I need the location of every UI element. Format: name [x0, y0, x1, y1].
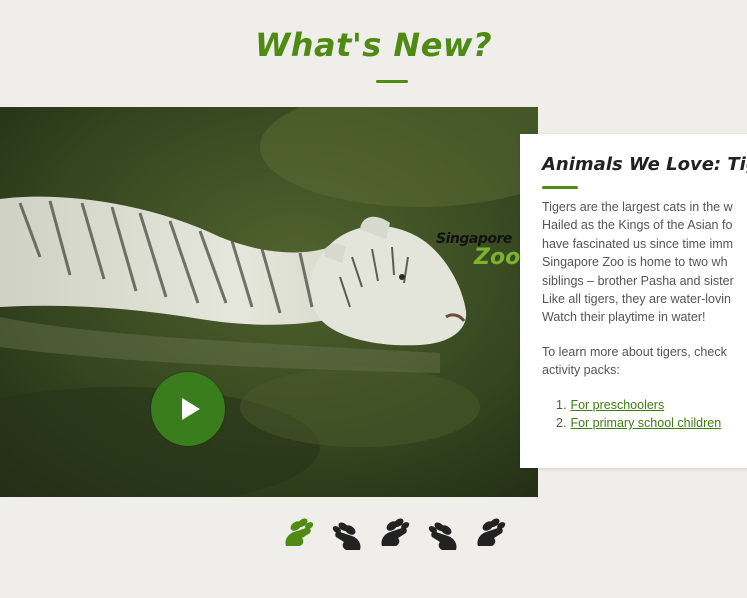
section-title: What's New? — [254, 26, 493, 64]
card-body: Tigers are the largest cats in the w Hai… — [542, 198, 747, 432]
list-item: 2. For primary school children — [556, 416, 722, 431]
play-button[interactable] — [151, 372, 225, 446]
singapore-zoo-logo: Singapore Zoo — [436, 231, 521, 270]
paw-icon[interactable] — [426, 516, 460, 554]
carousel-pager — [282, 516, 508, 560]
card-learn-more: To learn more about tigers, check activi… — [542, 344, 727, 378]
preschoolers-link[interactable]: For preschoolers — [570, 398, 664, 412]
card-description: Tigers are the largest cats in the w Hai… — [542, 200, 734, 325]
paw-icon[interactable] — [282, 516, 316, 554]
content-card: Animals We Love: Tiger Tigers are the la… — [520, 134, 747, 468]
play-icon — [181, 398, 200, 420]
paw-icon[interactable] — [330, 516, 364, 554]
list-item: 1. For preschoolers — [556, 397, 665, 412]
card-title-underline — [542, 186, 578, 189]
paw-icon[interactable] — [378, 516, 412, 554]
primary-school-link[interactable]: For primary school children — [570, 416, 721, 430]
paw-icon[interactable] — [474, 516, 508, 554]
title-underline — [376, 80, 408, 83]
video-thumbnail — [0, 107, 538, 497]
activity-pack-list: 1. For preschoolers 2. For primary school … — [542, 396, 747, 433]
card-title: Animals We Love: Tiger — [542, 154, 747, 175]
video-player[interactable]: Singapore Zoo — [0, 107, 538, 497]
